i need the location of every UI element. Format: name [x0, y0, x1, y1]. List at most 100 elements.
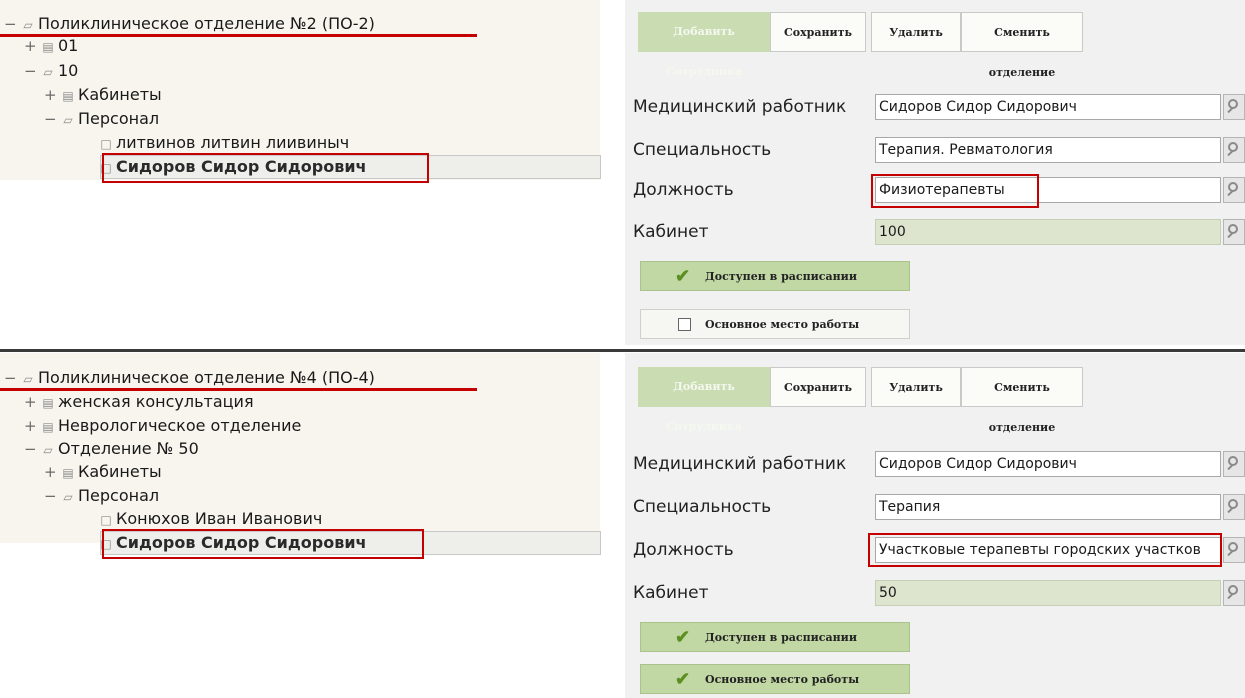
folder-open-icon: ▱ [63, 490, 73, 504]
tree-node-root[interactable]: − ▱ Поликлиническое отделение №2 (ПО-2) [4, 13, 375, 35]
add-employee-button[interactable]: Добавить Сотрудника [638, 12, 770, 78]
search-icon[interactable] [1223, 537, 1245, 563]
search-icon[interactable] [1223, 494, 1245, 520]
folder-icon: ▤ [42, 40, 54, 54]
checkmark-icon: ✔ [675, 627, 691, 648]
collapse-icon[interactable]: − [44, 108, 58, 130]
search-icon[interactable] [1223, 219, 1245, 245]
position-label: Должность [633, 180, 734, 200]
search-icon[interactable] [1223, 137, 1245, 163]
main-workplace-toggle[interactable]: ✔ Основное место работы [640, 664, 910, 694]
medic-field[interactable]: Сидоров Сидор Сидорович [875, 451, 1221, 477]
employee-form: Добавить Сотрудника Сохранить Удалить См… [625, 0, 1245, 345]
search-icon[interactable] [1223, 451, 1245, 477]
highlight-box [102, 529, 424, 559]
available-in-schedule-toggle[interactable]: ✔ Доступен в расписании [640, 622, 910, 652]
collapse-icon[interactable]: − [24, 60, 38, 82]
tree-node-label: Кабинеты [78, 85, 162, 104]
specialty-label: Специальность [633, 497, 772, 517]
toggle-label: Доступен в расписании [705, 270, 857, 283]
tree-node-employee[interactable]: □ Конюхов Иван Иванович [96, 508, 322, 530]
toggle-label: Доступен в расписании [705, 631, 857, 644]
folder-open-icon: ▱ [43, 443, 53, 457]
checkmark-icon: ✔ [675, 266, 691, 287]
toggle-label: Основное место работы [705, 318, 860, 331]
expand-icon[interactable]: + [44, 461, 58, 483]
tree-node-rooms[interactable]: + ▤ Кабинеты [44, 84, 162, 106]
expand-icon[interactable]: + [24, 391, 38, 413]
folder-open-icon: ▱ [43, 65, 53, 79]
search-icon[interactable] [1223, 177, 1245, 203]
collapse-icon[interactable]: − [4, 13, 18, 35]
room-field[interactable]: 100 [875, 219, 1221, 245]
collapse-icon[interactable]: − [4, 367, 18, 389]
checkbox-icon [678, 318, 691, 331]
room-label: Кабинет [633, 222, 709, 242]
specialty-label: Специальность [633, 140, 772, 160]
medic-field[interactable]: Сидоров Сидор Сидорович [875, 94, 1221, 120]
medic-label: Медицинский работник [633, 454, 847, 474]
highlight-box [868, 533, 1222, 567]
highlight-underline [0, 388, 477, 391]
change-department-button[interactable]: Сменить отделение [961, 367, 1083, 434]
tree-node-neuro[interactable]: + ▤ Неврологическое отделение [24, 415, 301, 437]
toggle-label: Основное место работы [705, 673, 860, 686]
folder-icon: ▤ [42, 420, 54, 434]
add-employee-button[interactable]: Добавить Сотрудника [638, 367, 770, 433]
expand-icon[interactable]: + [44, 84, 58, 106]
folder-open-icon: ▱ [23, 372, 33, 386]
tree-node-label: Неврологическое отделение [58, 416, 302, 435]
tree-node-staff[interactable]: − ▱ Персонал [44, 485, 159, 507]
room-label: Кабинет [633, 583, 709, 603]
specialty-field[interactable]: Терапия [875, 494, 1221, 520]
delete-button[interactable]: Удалить [871, 12, 961, 52]
tree-node-womens[interactable]: + ▤ женская консультация [24, 391, 254, 413]
department-tree: − ▱ Поликлиническое отделение №2 (ПО-2) + ▤… [0, 0, 601, 183]
panel-po4: − ▱ Поликлиническое отделение №4 (ПО-4) + ▤… [0, 353, 1245, 698]
tree-node-10[interactable]: − ▱ 10 [24, 60, 78, 82]
position-label: Должность [633, 540, 734, 560]
tree-node-label: литвинов литвин лиивиныч [116, 133, 350, 152]
tree-node-label: Поликлиническое отделение №4 (ПО-4) [38, 368, 375, 387]
collapse-icon[interactable]: − [24, 438, 38, 460]
search-icon[interactable] [1223, 580, 1245, 606]
tree-node-staff[interactable]: − ▱ Персонал [44, 108, 159, 130]
tree-node-label: женская консультация [58, 392, 254, 411]
expand-icon[interactable]: + [24, 35, 38, 57]
folder-open-icon: ▱ [63, 113, 73, 127]
folder-icon: ▤ [62, 466, 74, 480]
main-workplace-toggle[interactable]: Основное место работы [640, 309, 910, 339]
tree-node-root[interactable]: − ▱ Поликлиническое отделение №4 (ПО-4) [4, 367, 375, 389]
tree-node-01[interactable]: + ▤ 01 [24, 35, 78, 57]
folder-icon: ▤ [42, 396, 54, 410]
tree-node-label: Конюхов Иван Иванович [116, 509, 323, 528]
collapse-icon[interactable]: − [44, 485, 58, 507]
search-icon[interactable] [1223, 94, 1245, 120]
room-field[interactable]: 50 [875, 580, 1221, 606]
save-button[interactable]: Сохранить [770, 367, 866, 407]
available-in-schedule-toggle[interactable]: ✔ Доступен в расписании [640, 261, 910, 291]
save-button[interactable]: Сохранить [770, 12, 866, 52]
folder-icon: ▤ [62, 89, 74, 103]
tree-node-rooms[interactable]: + ▤ Кабинеты [44, 461, 162, 483]
tree-node-label: Поликлиническое отделение №2 (ПО-2) [38, 14, 375, 33]
tree-node-label: 10 [58, 61, 79, 80]
highlight-box [102, 153, 429, 183]
folder-open-icon: ▱ [23, 18, 33, 32]
highlight-underline [0, 34, 477, 37]
tree-node-label: Персонал [78, 109, 160, 128]
tree-node-employee[interactable]: □ литвинов литвин лиивиныч [96, 132, 349, 154]
tree-node-label: Кабинеты [78, 462, 162, 481]
delete-button[interactable]: Удалить [871, 367, 961, 407]
tree-node-label: 01 [58, 36, 79, 55]
tree-node-dept50[interactable]: − ▱ Отделение № 50 [24, 438, 199, 460]
employee-form: Добавить Сотрудника Сохранить Удалить См… [625, 353, 1245, 698]
medic-label: Медицинский работник [633, 97, 847, 117]
document-icon: □ [100, 137, 112, 151]
expand-icon[interactable]: + [24, 415, 38, 437]
tree-node-label: Отделение № 50 [58, 439, 199, 458]
document-icon: □ [100, 513, 112, 527]
panel-divider [0, 349, 1245, 352]
change-department-button[interactable]: Сменить отделение [961, 12, 1083, 79]
specialty-field[interactable]: Терапия. Ревматология [875, 137, 1221, 163]
